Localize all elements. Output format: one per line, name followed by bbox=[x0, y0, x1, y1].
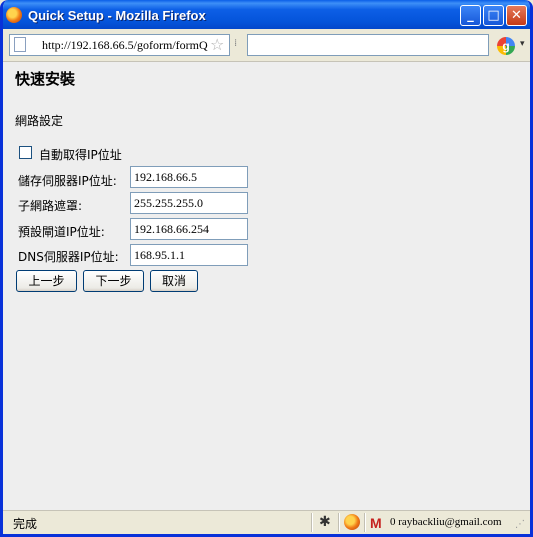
firefox-icon bbox=[6, 7, 22, 23]
page-title: 快速安裝 bbox=[15, 70, 76, 88]
maximize-button[interactable]: □ bbox=[483, 5, 504, 26]
resize-grip-icon[interactable]: ⁞ bbox=[234, 38, 237, 49]
cancel-button[interactable]: 取消 bbox=[150, 270, 198, 292]
auto-ip-checkbox[interactable] bbox=[19, 146, 32, 159]
status-divider bbox=[338, 513, 340, 532]
window-title: Quick Setup - Mozilla Firefox bbox=[28, 8, 206, 23]
server-ip-input[interactable] bbox=[130, 166, 248, 188]
navigation-bar: http://192.168.66.5/goform/formQ ☆ ⁞ g ▾ bbox=[3, 29, 530, 62]
firefox-icon[interactable] bbox=[344, 514, 360, 530]
close-button[interactable]: ✕ bbox=[506, 5, 527, 26]
dns-ip-input[interactable] bbox=[130, 244, 248, 266]
section-title: 網路設定 bbox=[15, 114, 64, 128]
status-bar: 完成 ✱ M 0 raybackliu@gmail.com ⋰ bbox=[3, 510, 530, 534]
address-text[interactable]: http://192.168.66.5/goform/formQ bbox=[42, 38, 210, 53]
prev-button[interactable]: 上一步 bbox=[16, 270, 77, 292]
page-icon bbox=[14, 37, 26, 52]
next-button[interactable]: 下一步 bbox=[83, 270, 144, 292]
gateway-ip-input[interactable] bbox=[130, 218, 248, 240]
search-input[interactable] bbox=[247, 34, 489, 56]
minimize-button[interactable]: _ bbox=[460, 5, 481, 26]
gateway-ip-label: 預設閘道IP位址: bbox=[18, 225, 105, 239]
status-divider bbox=[311, 513, 313, 532]
star-icon[interactable]: ☆ bbox=[210, 35, 224, 54]
subnet-mask-input[interactable] bbox=[130, 192, 248, 214]
address-bar[interactable]: http://192.168.66.5/goform/formQ ☆ bbox=[9, 34, 230, 56]
status-text: 完成 bbox=[13, 517, 38, 531]
page-content: 快速安裝 網路設定 自動取得IP位址 儲存伺服器IP位址: 子網路遮罩: 預設閘… bbox=[3, 62, 530, 510]
browser-window: Quick Setup - Mozilla Firefox _ □ ✕ http… bbox=[0, 0, 533, 537]
title-bar[interactable]: Quick Setup - Mozilla Firefox _ □ ✕ bbox=[3, 0, 530, 32]
gmail-account[interactable]: 0 raybackliu@gmail.com bbox=[390, 516, 502, 528]
resize-grip-icon[interactable]: ⋰ bbox=[515, 519, 525, 530]
search-engine-dropdown-icon[interactable]: ▾ bbox=[520, 39, 525, 49]
bug-icon[interactable]: ✱ bbox=[319, 514, 331, 530]
subnet-mask-label: 子網路遮罩: bbox=[18, 199, 83, 213]
dns-ip-label: DNS伺服器IP位址: bbox=[18, 250, 119, 264]
status-divider bbox=[364, 513, 366, 532]
google-icon[interactable]: g bbox=[497, 37, 515, 55]
auto-ip-checkbox-label[interactable]: 自動取得IP位址 bbox=[39, 146, 122, 163]
server-ip-label: 儲存伺服器IP位址: bbox=[18, 174, 117, 188]
gmail-icon[interactable]: M bbox=[370, 515, 382, 531]
